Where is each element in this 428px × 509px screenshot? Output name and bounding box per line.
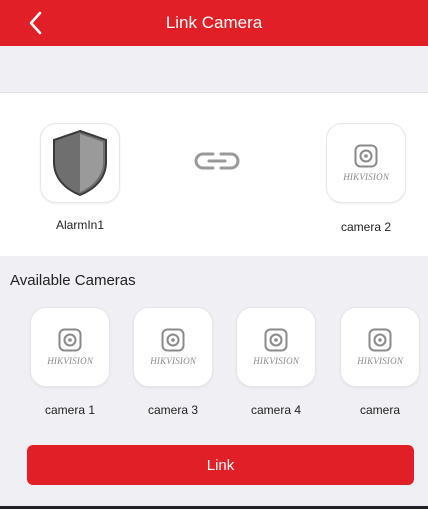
available-cameras-section: Available Cameras HIKVISION camera 1 HIK… bbox=[0, 256, 428, 509]
hikvision-logo: HIKVISION bbox=[357, 356, 403, 367]
linked-camera-label: camera 2 bbox=[340, 220, 392, 234]
alarm-input-tile[interactable] bbox=[40, 123, 120, 203]
linked-camera-tile[interactable]: HIKVISION bbox=[326, 123, 406, 203]
hikvision-logo: HIKVISION bbox=[253, 356, 299, 367]
camera-label: camera 4 bbox=[250, 403, 302, 417]
back-button[interactable] bbox=[22, 9, 50, 37]
available-cameras-title: Available Cameras bbox=[10, 272, 136, 289]
camera-tile[interactable]: HIKVISION bbox=[133, 307, 213, 387]
page-title: Link Camera bbox=[165, 13, 263, 32]
shield-icon bbox=[53, 129, 107, 197]
camera-icon bbox=[368, 328, 392, 351]
camera-label: camera bbox=[359, 403, 400, 417]
link-button[interactable]: Link bbox=[27, 445, 414, 485]
nav-bar: Link Camera bbox=[0, 0, 428, 46]
camera-icon bbox=[354, 144, 378, 167]
camera-tile[interactable]: HIKVISION bbox=[236, 307, 316, 387]
camera-tile[interactable]: HIKVISION bbox=[340, 307, 420, 387]
camera-icon bbox=[161, 328, 185, 351]
camera-icon bbox=[264, 328, 288, 351]
spacer-band bbox=[0, 46, 428, 92]
camera-label: camera 3 bbox=[147, 403, 199, 417]
link-panel: AlarmIn1 HIKVISION camera 2 bbox=[0, 92, 428, 257]
hikvision-logo: HIKVISION bbox=[343, 172, 389, 183]
camera-tile[interactable]: HIKVISION bbox=[30, 307, 110, 387]
hikvision-logo: HIKVISION bbox=[150, 356, 196, 367]
camera-label: camera 1 bbox=[44, 403, 96, 417]
chevron-left-icon bbox=[29, 11, 42, 35]
camera-icon bbox=[58, 328, 82, 351]
link-icon bbox=[194, 152, 240, 170]
alarm-input-label: AlarmIn1 bbox=[55, 218, 105, 232]
hikvision-logo: HIKVISION bbox=[47, 356, 93, 367]
